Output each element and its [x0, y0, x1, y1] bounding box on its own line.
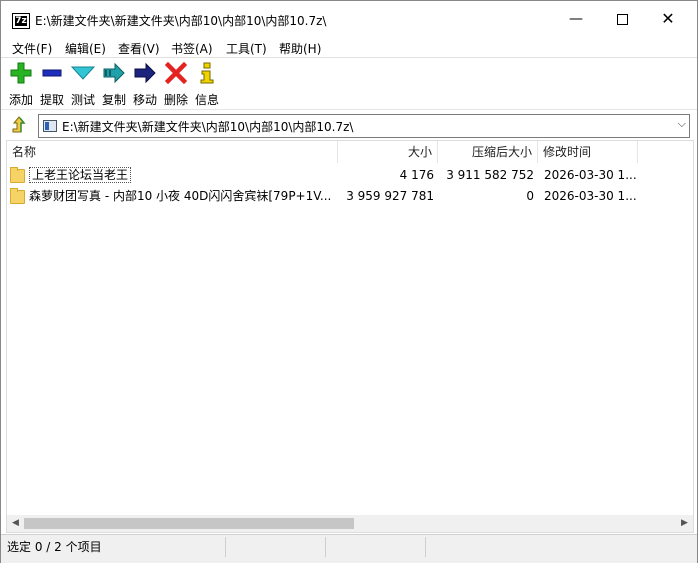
chevron-down-icon[interactable]: ⌵	[678, 117, 686, 131]
column-header-packed-size[interactable]: 压缩后大小	[438, 141, 538, 163]
add-label: 添加	[8, 93, 33, 107]
menu-help[interactable]: 帮助(H)	[279, 40, 321, 57]
test-icon	[68, 61, 98, 85]
minimize-button[interactable]: —	[553, 1, 599, 37]
extract-button[interactable]: 提取	[37, 61, 67, 108]
horizontal-scrollbar[interactable]: ◀ ▶	[6, 515, 694, 533]
column-header-modified[interactable]: 修改时间	[538, 141, 638, 163]
row-name: 上老王论坛当老王	[7, 165, 337, 185]
column-header-name[interactable]: 名称	[7, 141, 338, 163]
row-modified: 2026-03-30 1...	[544, 168, 637, 182]
window-title: E:\新建文件夹\新建文件夹\内部10\内部10\内部10.7z\	[35, 14, 327, 28]
delete-button[interactable]: 删除	[161, 61, 191, 108]
add-icon	[6, 61, 36, 85]
column-header-size[interactable]: 大小	[338, 141, 438, 163]
scrollbar-thumb[interactable]	[24, 518, 354, 529]
info-button[interactable]: 信息	[192, 61, 222, 108]
delete-icon	[161, 61, 191, 85]
row-size: 4 176	[399, 168, 434, 182]
status-selection: 选定 0 / 2 个项目	[1, 537, 226, 557]
app-logo-icon: 7z	[12, 13, 30, 29]
maximize-button[interactable]	[599, 1, 645, 37]
close-button[interactable]: ✕	[645, 1, 691, 37]
toolbar: 添加 提取 测试 复制 移动 删除 信息	[1, 58, 697, 108]
row-name: 森萝财团写真 - 内部10 小夜 40D闪闪舍宾袜[79P+1V...	[29, 189, 332, 203]
move-icon	[130, 61, 160, 85]
scroll-right-icon[interactable]: ▶	[676, 515, 693, 532]
up-folder-button[interactable]	[9, 115, 29, 135]
scroll-left-icon[interactable]: ◀	[7, 515, 24, 532]
status-segment-2	[226, 537, 326, 557]
extract-label: 提取	[39, 93, 64, 107]
menu-edit[interactable]: 编辑(E)	[65, 40, 106, 57]
list-header: 名称 大小 压缩后大小 修改时间	[7, 141, 693, 163]
info-label: 信息	[194, 93, 219, 107]
copy-icon	[99, 61, 129, 85]
address-input[interactable]: E:\新建文件夹\新建文件夹\内部10\内部10\内部10.7z\ ⌵	[38, 114, 690, 138]
move-button[interactable]: 移动	[130, 61, 160, 108]
row-packed-size: 3 911 582 752	[446, 168, 534, 182]
info-icon	[192, 61, 222, 85]
maximize-icon	[616, 13, 628, 25]
row-name-text: 上老王论坛当老王	[29, 167, 132, 183]
app-window: 7z E:\新建文件夹\新建文件夹\内部10\内部10\内部10.7z\ — ✕…	[0, 0, 698, 563]
row-packed-size: 0	[526, 189, 534, 203]
row-size: 3 959 927 781	[346, 189, 434, 203]
test-label: 测试	[70, 93, 95, 107]
menu-bar: 文件(F) 编辑(E) 查看(V) 书签(A) 工具(T) 帮助(H)	[1, 37, 697, 57]
address-path: E:\新建文件夹\新建文件夹\内部10\内部10\内部10.7z\	[62, 120, 354, 134]
column-header-spare	[638, 141, 693, 163]
status-segment-3	[326, 537, 426, 557]
menu-view[interactable]: 查看(V)	[118, 40, 160, 57]
menu-bookmarks[interactable]: 书签(A)	[171, 40, 213, 57]
title-bar: 7z E:\新建文件夹\新建文件夹\内部10\内部10\内部10.7z\ — ✕	[1, 1, 697, 37]
status-bar: 选定 0 / 2 个项目	[1, 534, 697, 563]
up-folder-icon	[12, 116, 26, 133]
row-modified: 2026-03-30 1...	[544, 189, 637, 203]
app-logo-text: 7z	[15, 16, 27, 26]
add-button[interactable]: 添加	[6, 61, 36, 108]
table-row[interactable]: 森萝财团写真 - 内部10 小夜 40D闪闪舍宾袜[79P+1V... 3 95…	[7, 186, 693, 206]
file-list: 名称 大小 压缩后大小 修改时间 上老王论坛当老王 4 176 3 911 58…	[6, 140, 694, 517]
menu-file[interactable]: 文件(F)	[12, 40, 52, 57]
table-row[interactable]: 上老王论坛当老王 4 176 3 911 582 752 2026-03-30 …	[7, 165, 693, 185]
extract-icon	[37, 61, 67, 85]
test-button[interactable]: 测试	[68, 61, 98, 108]
address-bar: E:\新建文件夹\新建文件夹\内部10\内部10\内部10.7z\ ⌵	[1, 109, 697, 140]
menu-tools[interactable]: 工具(T)	[226, 40, 267, 57]
copy-button[interactable]: 复制	[99, 61, 129, 108]
archive-path-icon	[43, 120, 57, 132]
delete-label: 删除	[163, 93, 188, 107]
move-label: 移动	[132, 93, 157, 107]
copy-label: 复制	[101, 93, 126, 107]
status-segment-4	[426, 537, 576, 557]
